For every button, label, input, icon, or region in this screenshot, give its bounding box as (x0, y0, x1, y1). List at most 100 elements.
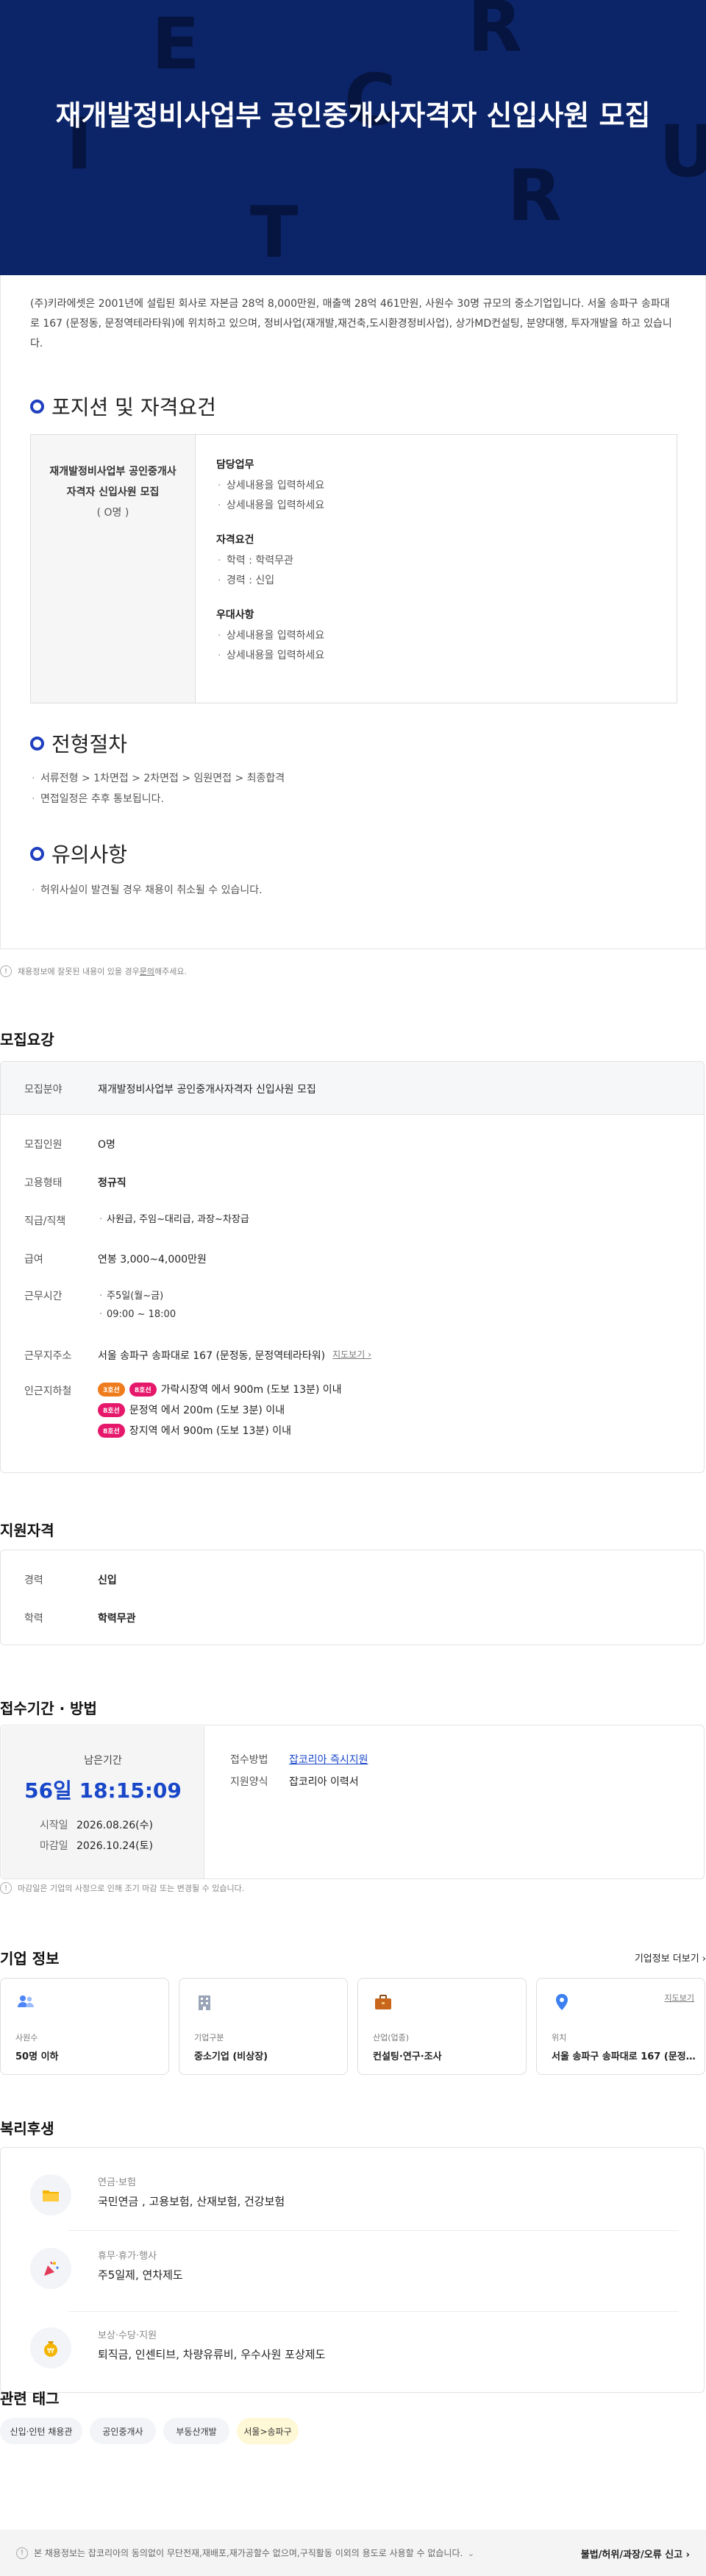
benefit-item: 연금·보험 국민연금 , 고용보험, 산재보험, 건강보험 (30, 2162, 677, 2243)
position-table: 재개발정비사업부 공인중개사자격자 신입사원 모집 ( O명 ) 담당업무 상세… (30, 434, 677, 703)
hero-deco-letter: R (507, 155, 562, 237)
company-title: 기업 정보 (0, 1950, 60, 1968)
benefits-box: 연금·보험 국민연금 , 고용보험, 산재보험, 건강보험 휴무·휴가·행사 주… (0, 2147, 705, 2393)
hero-deco-letter: R (468, 0, 522, 68)
info-icon: ! (16, 2547, 28, 2559)
footer-bar: ! 본 채용정보는 잡코리아의 동의없이 무단전재,재배포,재가공할수 없으며,… (0, 2530, 706, 2576)
req-row-address: 근무지주소 서울 송파구 송파대로 167 (문정동, 문정역테라타워) 지도보… (24, 1348, 371, 1363)
divider (68, 2230, 679, 2231)
req-row-salary: 급여 연봉 3,000~4,000만원 (24, 1254, 207, 1266)
req-row-employment: 고용형태 정규직 (24, 1177, 126, 1189)
benefit-item: 휴무·휴가·행사 주5일제, 연차제도 (30, 2236, 677, 2317)
requirements-title: 모집요강 (0, 1031, 54, 1049)
info-icon: ! (0, 1882, 12, 1894)
pension-folder-icon (30, 2174, 71, 2215)
hero-deco-letter: T (250, 191, 299, 274)
list-item: 상세내용을 입력하세요 (216, 646, 324, 666)
list-item: 서류전형 > 1차면접 > 2차면접 > 임원면접 > 최종합격 (30, 768, 285, 789)
apply-form: 지원양식 잡코리아 이력서 (230, 1776, 359, 1788)
list-item: 상세내용을 입력하세요 (216, 626, 324, 646)
apply-title: 접수기간 · 방법 (0, 1700, 97, 1717)
qual-row-career: 경력 신입 (24, 1575, 117, 1586)
apply-method: 접수방법 잡코리아 즉시지원 (230, 1752, 368, 1767)
duty-group: 담당업무 상세내용을 입력하세요 상세내용을 입력하세요 (216, 457, 324, 516)
company-card-employees: 사원수 50명 이하 (0, 1978, 169, 2075)
copyright-notice: ! 본 채용정보는 잡코리아의 동의없이 무단전재,재배포,재가공할수 없으며,… (16, 2547, 474, 2559)
position-count: ( O명 ) (96, 507, 129, 519)
benefit-item: ₩ 보상·수당·지원 퇴직금, 인센티브, 차량유류비, 우수사원 포상제도 (30, 2316, 677, 2396)
requirements-box: 모집분야 재개발정비사업부 공인중개사자격자 신입사원 모집 모집인원 O명 고… (0, 1061, 705, 1473)
position-detail-cell: 담당업무 상세내용을 입력하세요 상세내용을 입력하세요 자격요건 학력 : 학… (196, 435, 345, 703)
info-icon: ! (0, 965, 12, 977)
tags-title: 관련 태그 (0, 2390, 60, 2408)
building-icon (199, 1995, 210, 2010)
preference-group: 우대사항 상세내용을 입력하세요 상세내용을 입력하세요 (216, 607, 324, 666)
remaining-countdown: 56일 18:15:09 (24, 1778, 182, 1803)
qualification-group: 자격요건 학력 : 학력무관 경력 : 신입 (216, 532, 324, 591)
tag-chip[interactable]: 서울>송파구 (237, 2418, 299, 2444)
map-link[interactable]: 지도보기 (665, 1992, 694, 2004)
report-notice: ! 채용정보에 잘못된 내용이 있을 경우 문의 해주세요. (0, 965, 187, 977)
req-row-headcount: 모집인원 O명 (24, 1139, 115, 1151)
list-item: 상세내용을 입력하세요 (216, 476, 324, 496)
money-bag-icon: ₩ (30, 2327, 71, 2369)
qualification-title: 지원자격 (0, 1522, 54, 1539)
report-error-link[interactable]: 불법/허위/과장/오류 신고 › (581, 2547, 690, 2561)
deadline-notice: ! 마감일은 기업의 사정으로 인해 조기 마감 또는 변경될 수 있습니다. (0, 1882, 244, 1894)
location-pin-icon (556, 1994, 568, 2010)
company-card-location: 지도보기 위치 서울 송파구 송파대로 167 (문정동, 문정역테라타워) (536, 1978, 705, 2075)
party-popper-icon (30, 2248, 71, 2289)
start-date: 시작일 2026.08.26(수) (40, 1820, 153, 1831)
company-card-type: 기업구분 중소기업 (비상장) (179, 1978, 348, 2075)
svg-text:₩: ₩ (47, 2347, 54, 2355)
line-badge: 8호선 (98, 1402, 125, 1417)
subway-line: 8호선 장지역 에서 900m (도보 13분) 이내 (98, 1423, 342, 1438)
detail-content: (주)키라에셋은 2001년에 설립된 회사로 자본금 28억 8,000만원,… (0, 275, 706, 949)
line-badge: 8호선 (129, 1382, 157, 1397)
ring-bullet-icon (30, 736, 44, 751)
subway-line: 3호선 8호선 가락시장역 에서 900m (도보 13분) 이내 (98, 1382, 342, 1397)
company-card-industry: 산업(업종) 컨설팅·연구·조사 (357, 1978, 527, 2075)
caution-list: 허위사실이 발견될 경우 채용이 취소될 수 있습니다. (30, 880, 263, 901)
line-badge: 8호선 (98, 1423, 125, 1438)
map-link[interactable]: 지도보기 (332, 1348, 371, 1363)
end-date: 마감일 2026.10.24(토) (40, 1840, 153, 1852)
line-badge: 3호선 (98, 1382, 125, 1397)
company-intro: (주)키라에셋은 2001년에 설립된 회사로 자본금 28억 8,000만원,… (30, 298, 672, 350)
list-item: 경력 : 신입 (216, 571, 324, 591)
apply-box: 남은기간 56일 18:15:09 시작일 2026.08.26(수) 마감일 … (0, 1725, 705, 1879)
briefcase-icon (375, 1995, 391, 2009)
list-item: 면접일정은 추후 통보됩니다. (30, 789, 285, 809)
req-row-hours: 근무시간 주5일(월~금) 09:00 ~ 18:00 (24, 1287, 176, 1324)
section-title-position: 포지션 및 자격요건 (30, 391, 216, 421)
list-item: 상세내용을 입력하세요 (216, 496, 324, 516)
req-row-rank: 직급/직책 사원급, 주임~대리급, 과장~차장급 (24, 1210, 249, 1229)
people-icon (18, 1995, 34, 2007)
section-title-caution: 유의사항 (30, 839, 127, 868)
section-title-process: 전형절차 (30, 728, 127, 758)
inquiry-link[interactable]: 문의 (140, 965, 154, 977)
list-item: 09:00 ~ 18:00 (98, 1305, 176, 1324)
chevron-down-icon[interactable]: ⌄ (467, 2548, 474, 2558)
req-row-subway: 인근지하철 3호선 8호선 가락시장역 에서 900m (도보 13분) 이내 … (24, 1382, 342, 1444)
benefits-title: 복리후생 (0, 2120, 54, 2137)
company-more-link[interactable]: 기업정보 더보기 › (635, 1951, 706, 1965)
req-row-field: 모집분야 재개발정비사업부 공인중개사자격자 신입사원 모집 (24, 1084, 316, 1096)
hero-banner: E R C U I T R 재개발정비사업부 공인중개사자격자 신입사원 모집 (0, 0, 706, 275)
tag-chip[interactable]: 공인중개사 (90, 2418, 156, 2444)
divider (68, 2311, 679, 2312)
hero-deco-letter: E (151, 3, 200, 85)
ring-bullet-icon (30, 846, 44, 861)
ring-bullet-icon (30, 399, 44, 414)
tag-chip[interactable]: 부동산개발 (163, 2418, 229, 2444)
process-list: 서류전형 > 1차면접 > 2차면접 > 임원면접 > 최종합격 면접일정은 추… (30, 768, 285, 809)
remaining-period-panel: 남은기간 56일 18:15:09 시작일 2026.08.26(수) 마감일 … (1, 1726, 204, 1878)
qual-row-education: 학력 학력무관 (24, 1613, 136, 1625)
job-posting-page: E R C U I T R 재개발정비사업부 공인중개사자격자 신입사원 모집 … (0, 0, 706, 2576)
list-item: 주5일(월~금) (98, 1287, 176, 1305)
quick-apply-link[interactable]: 잡코리아 즉시지원 (289, 1752, 368, 1767)
subway-line: 8호선 문정역 에서 200m (도보 3분) 이내 (98, 1402, 342, 1417)
tag-chip[interactable]: 신입·인턴 채용관 (0, 2418, 82, 2444)
page-title: 재개발정비사업부 공인중개사자격자 신입사원 모집 (55, 99, 651, 132)
list-item: 허위사실이 발견될 경우 채용이 취소될 수 있습니다. (30, 880, 263, 901)
